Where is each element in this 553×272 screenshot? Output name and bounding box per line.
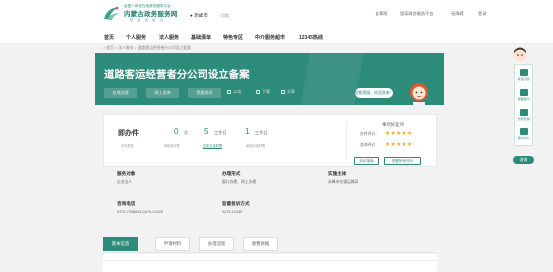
complaint-button[interactable]: 我要投诉 bbox=[188, 88, 221, 98]
nav-home[interactable]: 首页 bbox=[104, 34, 114, 41]
login-link[interactable]: 登录 bbox=[478, 11, 486, 17]
view-all-ratings-button[interactable]: 查看所有评价 bbox=[384, 157, 421, 165]
elder-mode-link[interactable]: 长辈版 bbox=[375, 11, 388, 17]
info-value-agency: 赤峰市交通运输局 bbox=[328, 180, 359, 184]
nav-hotline[interactable]: 12345热线 bbox=[299, 34, 323, 41]
rating-guide-button[interactable]: 评价指南 bbox=[354, 157, 379, 165]
portal-logo-icon[interactable] bbox=[101, 5, 121, 23]
share-icon bbox=[281, 89, 285, 94]
online-consult-button[interactable]: 网上咨询 bbox=[146, 88, 179, 98]
view-icon bbox=[227, 89, 231, 94]
tab-content bbox=[103, 254, 437, 272]
assistant-avatar-icon[interactable] bbox=[513, 47, 527, 61]
case-rating-label: 办件评价： bbox=[360, 132, 379, 136]
download-button[interactable]: 下载 bbox=[256, 89, 270, 95]
city-switch-link[interactable]: 切换 bbox=[221, 13, 229, 19]
nav-special[interactable]: 特色专区 bbox=[223, 34, 243, 41]
ask-icon bbox=[520, 89, 528, 96]
sidebar-item-ask[interactable]: 我要提问 bbox=[515, 97, 532, 101]
share-button[interactable]: 分享 bbox=[281, 89, 295, 95]
case-query-icon bbox=[520, 109, 528, 116]
info-key-phone: 咨询电话 bbox=[117, 201, 136, 206]
legal-limit-number: 5 bbox=[204, 127, 209, 136]
legal-limit-unit: 工作日 bbox=[214, 130, 227, 135]
consult-button[interactable]: 咨询 bbox=[513, 156, 534, 164]
view-count: 12次 bbox=[227, 89, 241, 95]
nav-agency-market[interactable]: 中介服务超市 bbox=[255, 34, 285, 41]
top-bar: 全国一体化在线政务服务平台 内蒙古政务服务网 蒙 古 文 标 识 ● 赤峰市 切… bbox=[0, 0, 553, 33]
visit-caption: 到现场次数 bbox=[164, 144, 180, 148]
download-icon bbox=[256, 89, 260, 94]
faq-icon bbox=[520, 69, 528, 76]
info-value-form: 窗口办理、网上办理 bbox=[222, 180, 257, 184]
promise-limit-caption: 承诺办结时限 bbox=[246, 144, 266, 148]
nav-corporate[interactable]: 法人服务 bbox=[159, 34, 179, 41]
info-value-complaint: 0475-12345 bbox=[222, 210, 243, 214]
content-divider bbox=[103, 260, 437, 261]
tab-fees[interactable]: 收费依据 bbox=[243, 237, 278, 251]
info-value-phone: 0475-7938816,0475-12345 bbox=[117, 210, 163, 214]
summary-card: 即办件 办件类型 0 次 到现场次数 5 工作日 法定办结时限 1 工作日 承诺… bbox=[103, 114, 437, 167]
promise-limit-unit: 工作日 bbox=[255, 130, 268, 135]
rating-title: 事项好差评 bbox=[382, 122, 404, 127]
sidebar-item-case-query[interactable]: 办件查询 bbox=[515, 117, 532, 121]
detail-tabs: 基本信息 申请材料 办理流程 收费依据 bbox=[103, 236, 437, 253]
online-apply-button[interactable]: 在线办理 bbox=[104, 88, 137, 98]
info-key-target: 服务对象 bbox=[117, 171, 136, 176]
chatbot-mascot-icon[interactable] bbox=[405, 77, 433, 105]
info-key-agency: 实施主体 bbox=[328, 171, 347, 176]
chatbot-bubble[interactable]: 智能客服，欢迎咨询！ bbox=[355, 88, 393, 98]
portal-title: 内蒙古政务服务网 bbox=[124, 11, 178, 18]
portal-mongolian-script: 蒙 古 文 标 识 bbox=[130, 18, 165, 22]
tab-process[interactable]: 办理流程 bbox=[199, 237, 234, 251]
main-nav: 首页 个人服务 法人服务 基础清单 特色专区 中介服务超市 12345热线 bbox=[0, 33, 553, 44]
sidebar-item-faq[interactable]: 常见问题 bbox=[515, 77, 532, 81]
consult-rating-stars: ★★★★★ bbox=[385, 142, 413, 148]
nav-basic-list[interactable]: 基础清单 bbox=[191, 34, 211, 41]
accessibility-link[interactable]: 无障碍 bbox=[451, 11, 464, 17]
visit-unit: 次 bbox=[184, 130, 189, 135]
legal-limit-link[interactable]: 法定办结时限 bbox=[203, 143, 222, 148]
info-value-target: 企业法人 bbox=[117, 180, 133, 184]
info-key-form: 办理形式 bbox=[222, 171, 241, 176]
tab-materials[interactable]: 申请材料 bbox=[155, 237, 190, 251]
case-rating-stars: ★★★★★ bbox=[385, 131, 413, 137]
national-platform-link[interactable]: 国家政务服务平台 bbox=[400, 11, 434, 17]
current-city: ● 赤峰市 bbox=[190, 13, 208, 18]
item-type-caption: 办件类型 bbox=[121, 144, 134, 148]
right-float-sidebar: 常见问题 我要提问 办件查询 用户中心 bbox=[514, 64, 533, 146]
item-type: 即办件 bbox=[118, 130, 139, 137]
visit-count: 0 bbox=[174, 127, 179, 136]
promise-limit-number: 1 bbox=[245, 127, 250, 136]
nav-personal[interactable]: 个人服务 bbox=[126, 34, 146, 41]
page-title: 道路客运经营者分公司设立备案 bbox=[104, 70, 250, 81]
card-divider bbox=[346, 122, 347, 160]
sidebar-item-user-center[interactable]: 用户中心 bbox=[515, 136, 532, 140]
info-key-complaint: 监督投诉方式 bbox=[222, 201, 250, 206]
item-banner: 道路客运经营者分公司设立备案 在线办理 网上咨询 我要投诉 12次 下载 分享 … bbox=[95, 53, 444, 105]
user-center-icon bbox=[520, 128, 528, 135]
consult-rating-label: 咨询评价： bbox=[360, 143, 379, 147]
breadcrumb[interactable]: > 首页 > 法人服务 > 道路客运经营者分公司设立备案 bbox=[103, 46, 191, 51]
tab-basic-info[interactable]: 基本信息 bbox=[103, 237, 138, 251]
